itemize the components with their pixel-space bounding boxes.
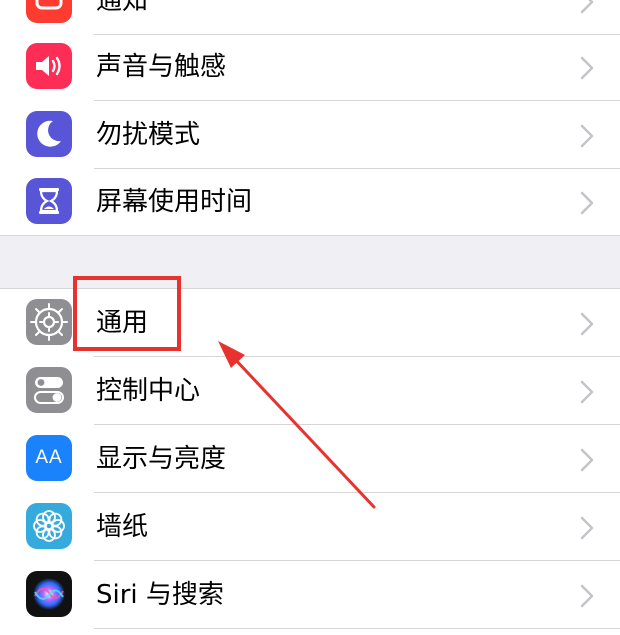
settings-row-notifications[interactable]: 通知 — [0, 0, 620, 35]
row-separator — [94, 628, 620, 629]
flower-icon — [26, 503, 72, 549]
text-size-glyph: AA — [35, 447, 63, 468]
settings-group-1: 通知 声音与触感 勿扰模式 屏幕使用时间 — [0, 0, 620, 235]
gear-icon — [26, 299, 72, 345]
settings-row-wallpaper[interactable]: 墙纸 — [0, 493, 620, 561]
settings-row-screen-time[interactable]: 屏幕使用时间 — [0, 168, 620, 236]
text-size-icon: AA — [26, 435, 72, 481]
chevron-right-icon — [580, 124, 594, 148]
siri-icon — [26, 571, 72, 617]
settings-row-label: 通知 — [96, 0, 149, 16]
settings-row-label: Siri 与搜索 — [96, 580, 224, 610]
chevron-right-icon — [580, 191, 594, 215]
settings-row-do-not-disturb[interactable]: 勿扰模式 — [0, 101, 620, 169]
chevron-right-icon — [580, 448, 594, 472]
toggles-icon — [26, 367, 72, 413]
settings-row-label: 墙纸 — [96, 512, 149, 542]
chevron-right-icon — [580, 0, 594, 14]
settings-row-label: 显示与亮度 — [96, 444, 227, 474]
hourglass-icon — [26, 178, 72, 224]
chevron-right-icon — [580, 380, 594, 404]
settings-row-label: 控制中心 — [96, 376, 201, 406]
speaker-icon — [26, 43, 72, 89]
chevron-right-icon — [580, 56, 594, 80]
chevron-right-icon — [580, 516, 594, 540]
chevron-right-icon — [580, 584, 594, 608]
chevron-right-icon — [580, 312, 594, 336]
notifications-icon — [26, 0, 72, 23]
settings-row-label: 勿扰模式 — [96, 120, 201, 150]
settings-row-label: 屏幕使用时间 — [96, 187, 253, 217]
settings-row-siri-search[interactable]: Siri 与搜索 — [0, 561, 620, 629]
highlight-box — [73, 276, 181, 351]
settings-row-label: 声音与触感 — [96, 52, 227, 82]
settings-row-display-brightness[interactable]: AA 显示与亮度 — [0, 425, 620, 493]
settings-row-control-center[interactable]: 控制中心 — [0, 357, 620, 425]
moon-icon — [26, 111, 72, 157]
settings-row-sounds-haptics[interactable]: 声音与触感 — [0, 33, 620, 101]
